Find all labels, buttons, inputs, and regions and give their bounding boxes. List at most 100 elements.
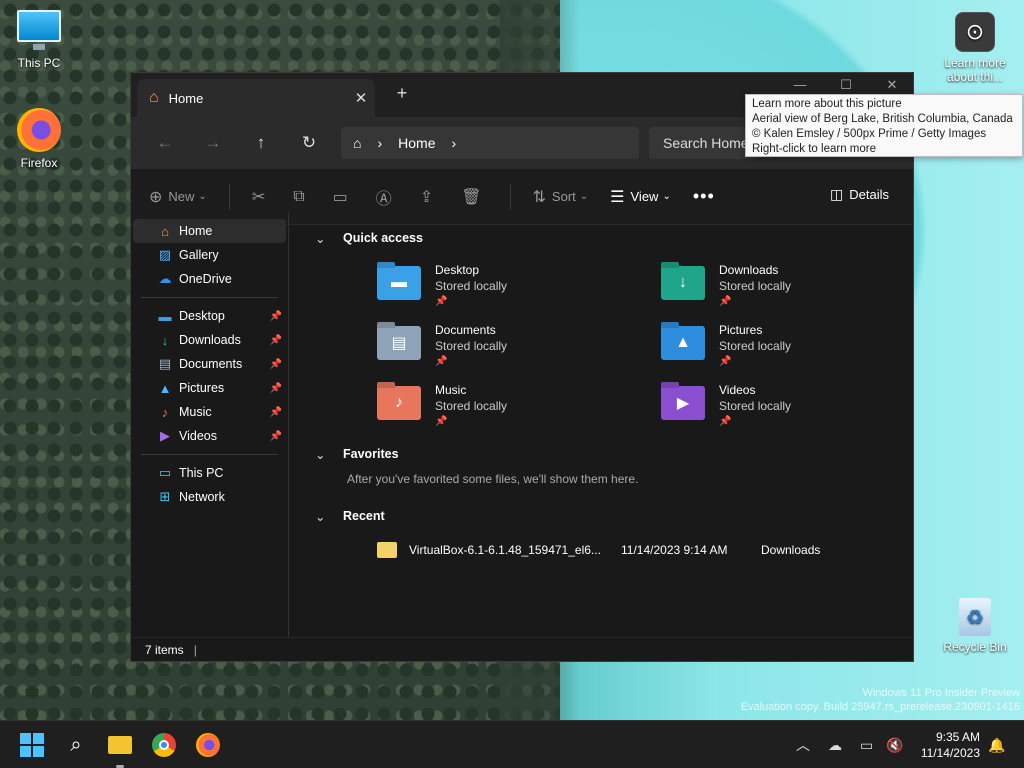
quick-access-item-desktop[interactable]: ▬ Desktop Stored locally 📌 (377, 262, 661, 310)
chrome-icon (152, 733, 176, 757)
network-icon: ▭ (860, 736, 874, 753)
item-status: Stored locally (435, 279, 508, 293)
chevron-right-icon[interactable]: › (452, 135, 457, 151)
sidebar-item-label: Desktop (179, 309, 225, 323)
minimize-button[interactable]: — (777, 77, 823, 92)
close-button[interactable]: ✕ (869, 77, 915, 93)
item-status: Stored locally (435, 399, 508, 413)
quick-access-item-pictures[interactable]: ▲ Pictures Stored locally 📌 (661, 322, 861, 370)
sidebar-item-pictures[interactable]: ▲ Pictures 📌 (133, 376, 286, 400)
item-status: Stored locally (435, 339, 508, 353)
details-button[interactable]: ◫ Details (830, 186, 889, 203)
sidebar-item-home[interactable]: ⌂ Home (133, 219, 286, 243)
details-label: Details (849, 187, 889, 202)
view-label: View (630, 189, 659, 204)
paste-button[interactable]: ▭ (333, 187, 354, 207)
cut-button[interactable]: ✂ (252, 187, 271, 207)
recent-file-row[interactable]: VirtualBox-6.1-6.1.48_159471_el6... 11/1… (319, 538, 913, 562)
sidebar-item-onedrive[interactable]: ☁ OneDrive (133, 267, 286, 291)
copy-icon: ⧉ (293, 187, 305, 205)
item-name: Desktop (435, 263, 480, 277)
sidebar-item-this-pc[interactable]: ▭ This PC (133, 461, 286, 485)
videos-folder-icon: ▶ (661, 386, 705, 420)
refresh-button[interactable]: ↻ (285, 133, 333, 153)
downloads-folder-icon: ↓ (661, 266, 705, 300)
chevron-down-icon: ⌄ (198, 191, 207, 202)
copy-button[interactable]: ⧉ (293, 188, 310, 206)
archive-file-icon (377, 542, 397, 558)
watermark-line: Evaluation copy. Build 25947.rs_prerelea… (740, 701, 1020, 713)
chevron-down-icon: ⌄ (315, 231, 326, 246)
notifications-button[interactable]: 🔔 (988, 721, 1005, 768)
up-button[interactable]: ↑ (237, 133, 285, 153)
evaluation-watermark: Windows 11 Pro Insider Preview Evaluatio… (741, 686, 1020, 714)
desktop-icon-firefox[interactable]: Firefox (4, 108, 74, 170)
desktop-icon-learn-more[interactable]: ⊙ Learn more about thi... (940, 12, 1010, 84)
quick-access-item-music[interactable]: ♪ Music Stored locally 📌 (377, 382, 661, 430)
forward-button[interactable]: → (189, 133, 237, 153)
breadcrumb[interactable]: Home (398, 135, 435, 151)
section-quick-access[interactable]: ⌄ Quick access (315, 226, 913, 250)
section-title: Recent (343, 509, 385, 523)
sidebar-item-videos[interactable]: ▶ Videos 📌 (133, 424, 286, 448)
section-recent[interactable]: ⌄ Recent (315, 504, 913, 528)
sidebar-item-music[interactable]: ♪ Music 📌 (133, 400, 286, 424)
new-button[interactable]: ⊕ New ⌄ (149, 187, 207, 207)
new-label: New (168, 189, 195, 204)
close-tab-icon[interactable]: ✕ (347, 89, 375, 107)
rename-button[interactable]: Ⓐ (376, 185, 398, 209)
download-icon: ↓ (161, 332, 169, 348)
sidebar-item-network[interactable]: ⊞ Network (133, 485, 286, 509)
content-pane: ⌄ Quick access ▬ Desktop Stored locally 📌 … (289, 213, 913, 637)
chevron-down-icon: ⌄ (662, 191, 671, 202)
sidebar-item-gallery[interactable]: ▨ Gallery (133, 243, 286, 267)
address-bar[interactable]: ⌂ › Home › (341, 127, 639, 159)
desktop-icon-this-pc[interactable]: This PC (4, 10, 74, 70)
item-name: Downloads (719, 263, 779, 277)
recycle-bin-icon: ♻ (959, 598, 991, 636)
share-button[interactable]: ⇪ (420, 187, 439, 207)
quick-access-grid: ▬ Desktop Stored locally 📌 ↓ Downloads Stor… (319, 262, 913, 430)
network-tray[interactable]: ▭ (860, 721, 873, 768)
volume-tray[interactable]: 🔇 (886, 721, 903, 768)
new-tab-button[interactable]: + (389, 83, 415, 104)
tab-home[interactable]: ⌂ Home ✕ (137, 79, 375, 117)
taskbar-firefox[interactable] (192, 729, 224, 761)
pictures-folder-icon: ▲ (661, 326, 705, 360)
chevron-right-icon: › (377, 135, 383, 151)
sidebar-item-documents[interactable]: ▤ Documents 📌 (133, 352, 286, 376)
view-icon: ☰ (610, 188, 625, 206)
quick-access-item-videos[interactable]: ▶ Videos Stored locally 📌 (661, 382, 861, 430)
search-button[interactable]: ⌕ (60, 729, 92, 761)
status-bar: 7 items | (131, 637, 913, 661)
clock[interactable]: 9:35 AM 11/14/2023 (921, 729, 980, 761)
back-button[interactable]: ← (141, 133, 189, 153)
show-hidden-icons-button[interactable]: ︿ (796, 721, 810, 768)
desktop-folder-icon: ▬ (377, 266, 421, 300)
search-input[interactable]: Search Home (649, 127, 759, 159)
taskbar-chrome[interactable] (148, 729, 180, 761)
sort-button[interactable]: ⇅ Sort ⌄ (533, 187, 589, 207)
delete-button[interactable]: 🗑 (461, 187, 487, 207)
more-options-button[interactable]: ••• (693, 186, 721, 207)
network-icon: ⊞ (159, 489, 171, 504)
quick-access-item-downloads[interactable]: ↓ Downloads Stored locally 📌 (661, 262, 861, 310)
picture-icon: ▲ (158, 380, 172, 396)
desktop-icon-recycle-bin[interactable]: ♻ Recycle Bin (940, 598, 1010, 654)
pin-icon: 📌 (269, 358, 282, 370)
sidebar-item-downloads[interactable]: ↓ Downloads 📌 (133, 328, 286, 352)
sidebar-item-label: Music (179, 405, 212, 419)
start-button[interactable] (16, 729, 48, 761)
onedrive-tray[interactable]: ☁ (828, 721, 842, 768)
sidebar-item-label: Network (179, 490, 225, 504)
quick-access-item-documents[interactable]: ▤ Documents Stored locally 📌 (377, 322, 661, 370)
section-favorites[interactable]: ⌄ Favorites (315, 442, 913, 466)
sidebar-item-desktop[interactable]: ▬ Desktop 📌 (133, 304, 286, 328)
pin-icon: 📌 (269, 406, 282, 418)
maximize-button[interactable]: ☐ (823, 77, 869, 93)
item-status: Stored locally (719, 399, 792, 413)
view-button[interactable]: ☰ View ⌄ (610, 187, 671, 207)
taskbar-file-explorer[interactable] (104, 729, 136, 761)
desktop-icon-label: Recycle Bin (943, 640, 1007, 654)
sidebar-item-label: Home (179, 224, 213, 238)
